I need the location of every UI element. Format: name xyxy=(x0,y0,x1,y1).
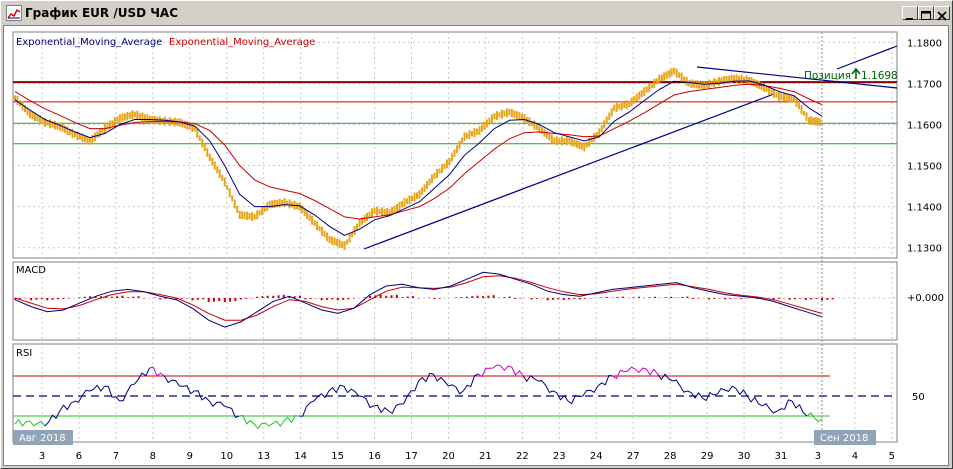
minimize-icon xyxy=(906,18,913,20)
x-tick-label: 5 xyxy=(889,451,895,462)
x-tick-label: 23 xyxy=(553,451,566,462)
legend-ema-blue: Exponential_Moving_Average xyxy=(16,37,162,48)
title-bar[interactable]: График EUR /USD ЧАС xyxy=(3,3,950,23)
y-tick-label: 1.1800 xyxy=(907,38,942,49)
x-tick-label: 21 xyxy=(479,451,492,462)
x-tick-label: 29 xyxy=(701,451,714,462)
rsi-label: RSI xyxy=(16,348,32,359)
macd-label: MACD xyxy=(16,265,46,276)
x-tick-label: 14 xyxy=(294,451,307,462)
x-axis: 3 6 7 8 9 10 13 14 15 16 17 20 21 22 23 24 27 28 29 30 31 3 4 5 xyxy=(39,451,895,462)
position-value: 1.1698 xyxy=(861,70,898,82)
end-date-label: Сен 2018 xyxy=(820,433,868,444)
y-tick-label: 1.1500 xyxy=(907,162,942,173)
price-y-axis: 1.1800 1.1700 1.1600 1.1500 1.1400 1.1300 xyxy=(907,38,942,254)
minimize-button[interactable] xyxy=(902,6,918,20)
chart-app-icon xyxy=(6,5,22,21)
window-title: График EUR /USD ЧАС xyxy=(25,6,179,20)
x-tick-label: 30 xyxy=(738,451,751,462)
x-tick-label: 22 xyxy=(516,451,529,462)
price-panel-frame xyxy=(12,31,898,259)
maximize-icon xyxy=(921,11,931,20)
start-date-label: Авг 2018 xyxy=(19,433,66,444)
position-label: Позиция xyxy=(804,70,851,82)
x-tick-label: 24 xyxy=(590,451,603,462)
rsi-level-label: 50 xyxy=(912,392,925,403)
x-tick-label: 7 xyxy=(113,451,119,462)
y-tick-label: 1.1600 xyxy=(907,120,942,131)
x-tick-label: 20 xyxy=(442,451,455,462)
legend-ema-red: Exponential_Moving_Average xyxy=(169,37,315,48)
x-tick-label: 16 xyxy=(368,451,381,462)
y-tick-label: 1.1300 xyxy=(907,244,942,255)
x-tick-label: 3 xyxy=(39,451,45,462)
chart-window: График EUR /USD ЧАС Exponential_Moving_A… xyxy=(0,0,953,469)
x-tick-label: 17 xyxy=(405,451,418,462)
x-tick-label: 31 xyxy=(775,451,788,462)
x-tick-label: 4 xyxy=(852,451,858,462)
chart-area[interactable]: Exponential_Moving_Average Exponential_M… xyxy=(3,25,949,466)
y-tick-label: 1.1400 xyxy=(907,203,942,214)
x-tick-label: 3 xyxy=(815,451,821,462)
y-tick-label: 1.1700 xyxy=(907,79,942,90)
x-tick-label: 10 xyxy=(220,451,233,462)
x-tick-label: 15 xyxy=(331,451,344,462)
macd-panel-frame xyxy=(12,261,898,341)
x-tick-label: 13 xyxy=(257,451,270,462)
x-tick-label: 6 xyxy=(76,451,82,462)
x-tick-label: 8 xyxy=(150,451,156,462)
macd-zero-label: +0.000 xyxy=(907,293,944,304)
x-tick-label: 27 xyxy=(627,451,640,462)
close-icon xyxy=(937,11,947,21)
price-chart-svg[interactable]: Exponential_Moving_Average Exponential_M… xyxy=(4,26,948,465)
x-tick-label: 28 xyxy=(664,451,677,462)
x-tick-label: 9 xyxy=(187,451,193,462)
close-button[interactable] xyxy=(934,6,950,21)
rsi-panel-frame xyxy=(12,343,898,443)
maximize-button[interactable] xyxy=(918,6,934,20)
